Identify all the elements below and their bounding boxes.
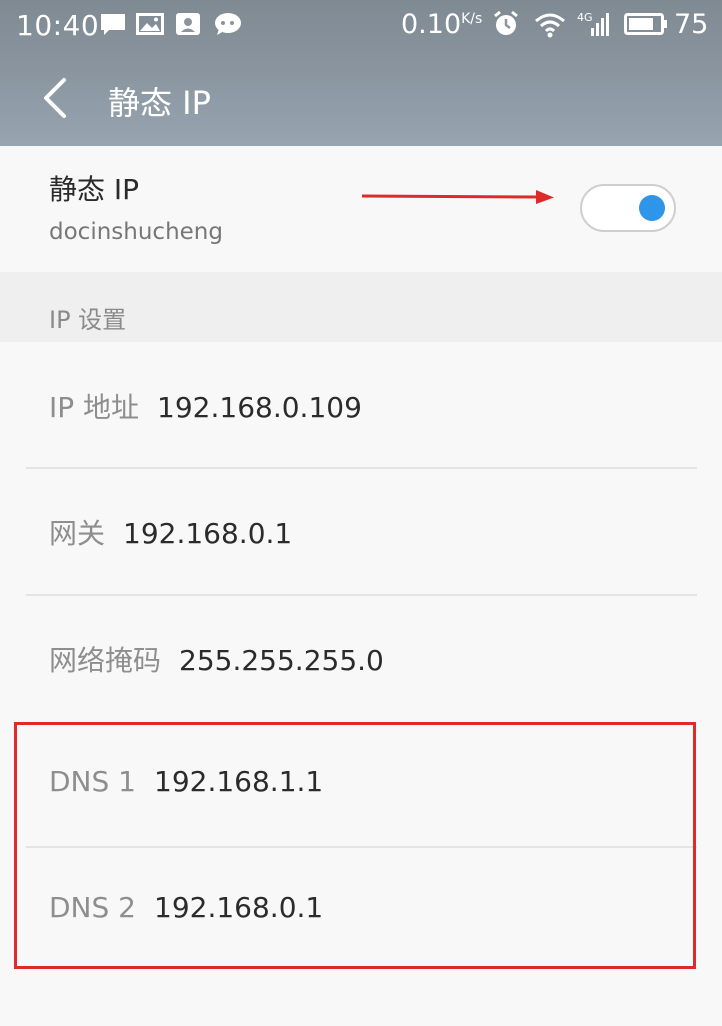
top-app-bar: 10:40 0.10K/s 4G 75 静态 IP: [0, 0, 722, 146]
ip-address-row[interactable]: IP 地址 192.168.0.109: [0, 342, 722, 468]
battery-level: 75: [674, 9, 709, 40]
ip-address-label: IP 地址: [49, 391, 140, 424]
navigation-bar: 静态 IP: [0, 60, 722, 140]
alarm-icon: [494, 10, 518, 35]
cellular-signal-icon: 4G: [577, 11, 609, 36]
section-title: IP 设置: [49, 306, 127, 334]
page-title: 静态 IP: [108, 84, 211, 122]
annotation-arrow-icon: [361, 190, 554, 204]
svg-text:4G: 4G: [577, 11, 593, 24]
status-time: 10:40: [16, 9, 100, 42]
network-name: docinshucheng: [49, 219, 223, 245]
netmask-value: 255.255.255.0: [179, 644, 384, 677]
toggle-knob: [639, 195, 665, 221]
dns2-value: 192.168.0.1: [154, 891, 324, 924]
dns1-value: 192.168.1.1: [154, 765, 324, 798]
status-bar: 10:40 0.10K/s 4G 75: [0, 0, 722, 50]
network-speed: 0.10K/s: [401, 9, 483, 40]
image-icon: [136, 13, 164, 35]
battery-icon: [624, 13, 667, 35]
wifi-icon: [535, 13, 565, 38]
dns2-row[interactable]: DNS 2 192.168.0.1: [0, 847, 722, 973]
netmask-label: 网络掩码: [49, 644, 162, 677]
gateway-value: 192.168.0.1: [123, 517, 293, 550]
gateway-label: 网关: [49, 517, 106, 550]
netmask-row[interactable]: 网络掩码 255.255.255.0: [0, 595, 722, 721]
wechat-icon: [215, 13, 241, 35]
chevron-left-icon: [44, 78, 66, 118]
app-notification-icon: [176, 13, 200, 35]
message-icon: [101, 14, 125, 35]
dns1-label: DNS 1: [49, 765, 136, 798]
static-ip-toggle[interactable]: [580, 184, 676, 232]
ip-address-value: 192.168.0.109: [157, 391, 362, 424]
static-ip-title: 静态 IP: [49, 173, 140, 206]
ip-settings-header: IP 设置: [0, 272, 722, 342]
back-button[interactable]: [36, 74, 76, 122]
static-ip-row[interactable]: 静态 IP docinshucheng: [0, 146, 722, 272]
dns2-label: DNS 2: [49, 891, 136, 924]
dns1-row[interactable]: DNS 1 192.168.1.1: [0, 721, 722, 847]
gateway-row[interactable]: 网关 192.168.0.1: [0, 468, 722, 594]
